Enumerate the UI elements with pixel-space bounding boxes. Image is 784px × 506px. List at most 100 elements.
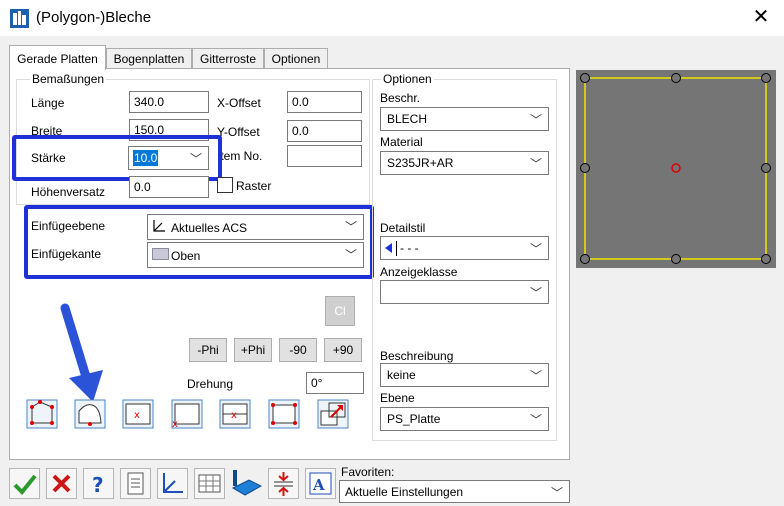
help-icon: ? — [92, 473, 104, 497]
favoriten-combo[interactable]: Aktuelle Einstellungen ﹀ — [339, 480, 570, 503]
chevron-down-icon: ﹀ — [529, 113, 542, 127]
text-cursor — [396, 241, 397, 256]
drehung-label: Drehung — [187, 377, 234, 391]
anzeigeklasse-label: Anzeigeklasse — [380, 265, 458, 279]
svg-text:x: x — [134, 410, 140, 421]
svg-text:?: ? — [92, 473, 104, 497]
acs-axis-icon — [152, 219, 166, 236]
staerke-combo[interactable]: 10.0 ﹀ — [128, 146, 209, 170]
svg-text:A: A — [312, 476, 325, 494]
xoffset-label: X-Offset — [217, 96, 261, 110]
app-icon — [10, 9, 29, 28]
xoffset-field[interactable]: 0.0 — [287, 91, 362, 113]
polygon-shape-button[interactable] — [26, 399, 58, 429]
minus-phi-button[interactable]: -Phi — [189, 338, 227, 362]
plus-90-button[interactable]: +90 — [324, 338, 362, 362]
einfuegeebene-label: Einfügeebene — [31, 219, 106, 233]
grid-icon — [198, 474, 221, 493]
beschreibung-value: keine — [387, 368, 416, 382]
text-format-icon: A — [309, 472, 332, 495]
axis-icon — [163, 473, 183, 493]
chevron-down-icon: ﹀ — [529, 157, 542, 171]
laenge-field[interactable]: 340.0 — [129, 91, 209, 113]
center-point-icon: x — [122, 399, 154, 429]
3d-plate-icon — [231, 470, 263, 496]
options-group-label: Optionen — [381, 72, 434, 86]
tab-gerade-platten[interactable]: Gerade Platten — [9, 45, 106, 70]
ok-check-icon — [13, 474, 37, 495]
resize-arrow-button[interactable] — [317, 399, 349, 429]
line-style-marker-icon — [385, 243, 392, 253]
chevron-down-icon: ﹀ — [529, 369, 542, 383]
text-format-button[interactable]: A — [305, 468, 336, 499]
staerke-label: Stärke — [31, 151, 66, 165]
ebene-label: Ebene — [380, 391, 415, 405]
laenge-label: Länge — [31, 96, 65, 110]
anzeigeklasse-combo[interactable]: ﹀ — [380, 280, 549, 304]
hoehenversatz-label: Höhenversatz — [31, 185, 106, 199]
einfuegekante-label: Einfügekante — [31, 247, 102, 261]
polygon-shape-icon — [26, 399, 58, 429]
svg-text:x: x — [172, 419, 178, 429]
dimensions-group-label: Bemaßungen — [30, 72, 107, 86]
favoriten-value: Aktuelle Einstellungen — [345, 485, 464, 499]
plate-preview — [576, 70, 776, 268]
ok-button[interactable] — [9, 468, 40, 499]
mid-left-point-button[interactable]: x — [219, 399, 251, 429]
detailstil-value: - - - — [400, 241, 419, 255]
yoffset-field[interactable]: 0.0 — [287, 120, 362, 142]
document-icon — [127, 472, 144, 495]
detailstil-combo[interactable]: - - - ﹀ — [380, 236, 549, 260]
thickness-button[interactable] — [268, 468, 299, 499]
tab-gitterroste[interactable]: Gitterroste — [192, 48, 264, 69]
beschr-value: BLECH — [387, 112, 428, 126]
chevron-down-icon: ﹀ — [344, 220, 357, 234]
tab-bogenplatten[interactable]: Bogenplatten — [106, 48, 192, 69]
einfuegekante-combo[interactable]: Oben ﹀ — [147, 242, 364, 268]
window-title: (Polygon-)Bleche — [36, 9, 152, 26]
corner-point-icon: x — [171, 399, 203, 430]
four-corners-button[interactable] — [268, 399, 300, 429]
einfuegeebene-combo[interactable]: Aktuelles ACS ﹀ — [147, 214, 364, 240]
chevron-down-icon: ﹀ — [529, 242, 542, 256]
beschr-combo[interactable]: BLECH ﹀ — [380, 107, 549, 131]
raster-checkbox[interactable] — [217, 177, 233, 193]
mid-left-point-icon: x — [219, 399, 251, 429]
annotation-arrow-icon — [60, 303, 103, 402]
yoffset-label: Y-Offset — [217, 125, 260, 139]
plate-edge-icon — [152, 248, 169, 260]
itemno-label: Item No. — [217, 149, 263, 163]
chevron-down-icon: ﹀ — [529, 286, 542, 300]
axis-button[interactable] — [157, 468, 188, 499]
cl-button[interactable]: Cl — [325, 296, 355, 326]
chevron-down-icon: ﹀ — [344, 248, 357, 262]
plus-phi-button[interactable]: +Phi — [234, 338, 272, 362]
chevron-down-icon: ﹀ — [529, 413, 542, 427]
favoriten-label: Favoriten: — [341, 465, 395, 479]
center-point-button[interactable]: x — [122, 399, 154, 429]
cancel-x-icon — [52, 474, 71, 493]
close-icon[interactable]: ✕ — [750, 6, 772, 28]
help-button[interactable]: ? — [83, 468, 114, 499]
resize-arrow-icon — [317, 399, 349, 429]
itemno-field[interactable] — [287, 145, 362, 167]
chevron-down-icon: ﹀ — [550, 486, 563, 500]
hoehenversatz-field[interactable]: 0.0 — [129, 176, 209, 198]
minus-90-button[interactable]: -90 — [279, 338, 317, 362]
grid-button[interactable] — [194, 468, 225, 499]
chevron-down-icon: ﹀ — [189, 152, 202, 166]
ebene-combo[interactable]: PS_Platte ﹀ — [380, 407, 549, 431]
drehung-field[interactable]: 0° — [306, 372, 364, 394]
document-button[interactable] — [120, 468, 151, 499]
3d-plate-button[interactable] — [231, 468, 263, 499]
material-combo[interactable]: S235JR+AR ﹀ — [380, 151, 549, 175]
tab-optionen[interactable]: Optionen — [264, 48, 328, 69]
material-value: S235JR+AR — [387, 156, 454, 170]
cancel-button[interactable] — [46, 468, 77, 499]
thickness-icon — [274, 472, 293, 496]
corner-point-button[interactable]: x — [171, 399, 203, 430]
rounded-rect-shape-button[interactable] — [74, 399, 106, 429]
ebene-value: PS_Platte — [387, 412, 441, 426]
material-label: Material — [380, 135, 423, 149]
beschreibung-combo[interactable]: keine ﹀ — [380, 363, 549, 387]
